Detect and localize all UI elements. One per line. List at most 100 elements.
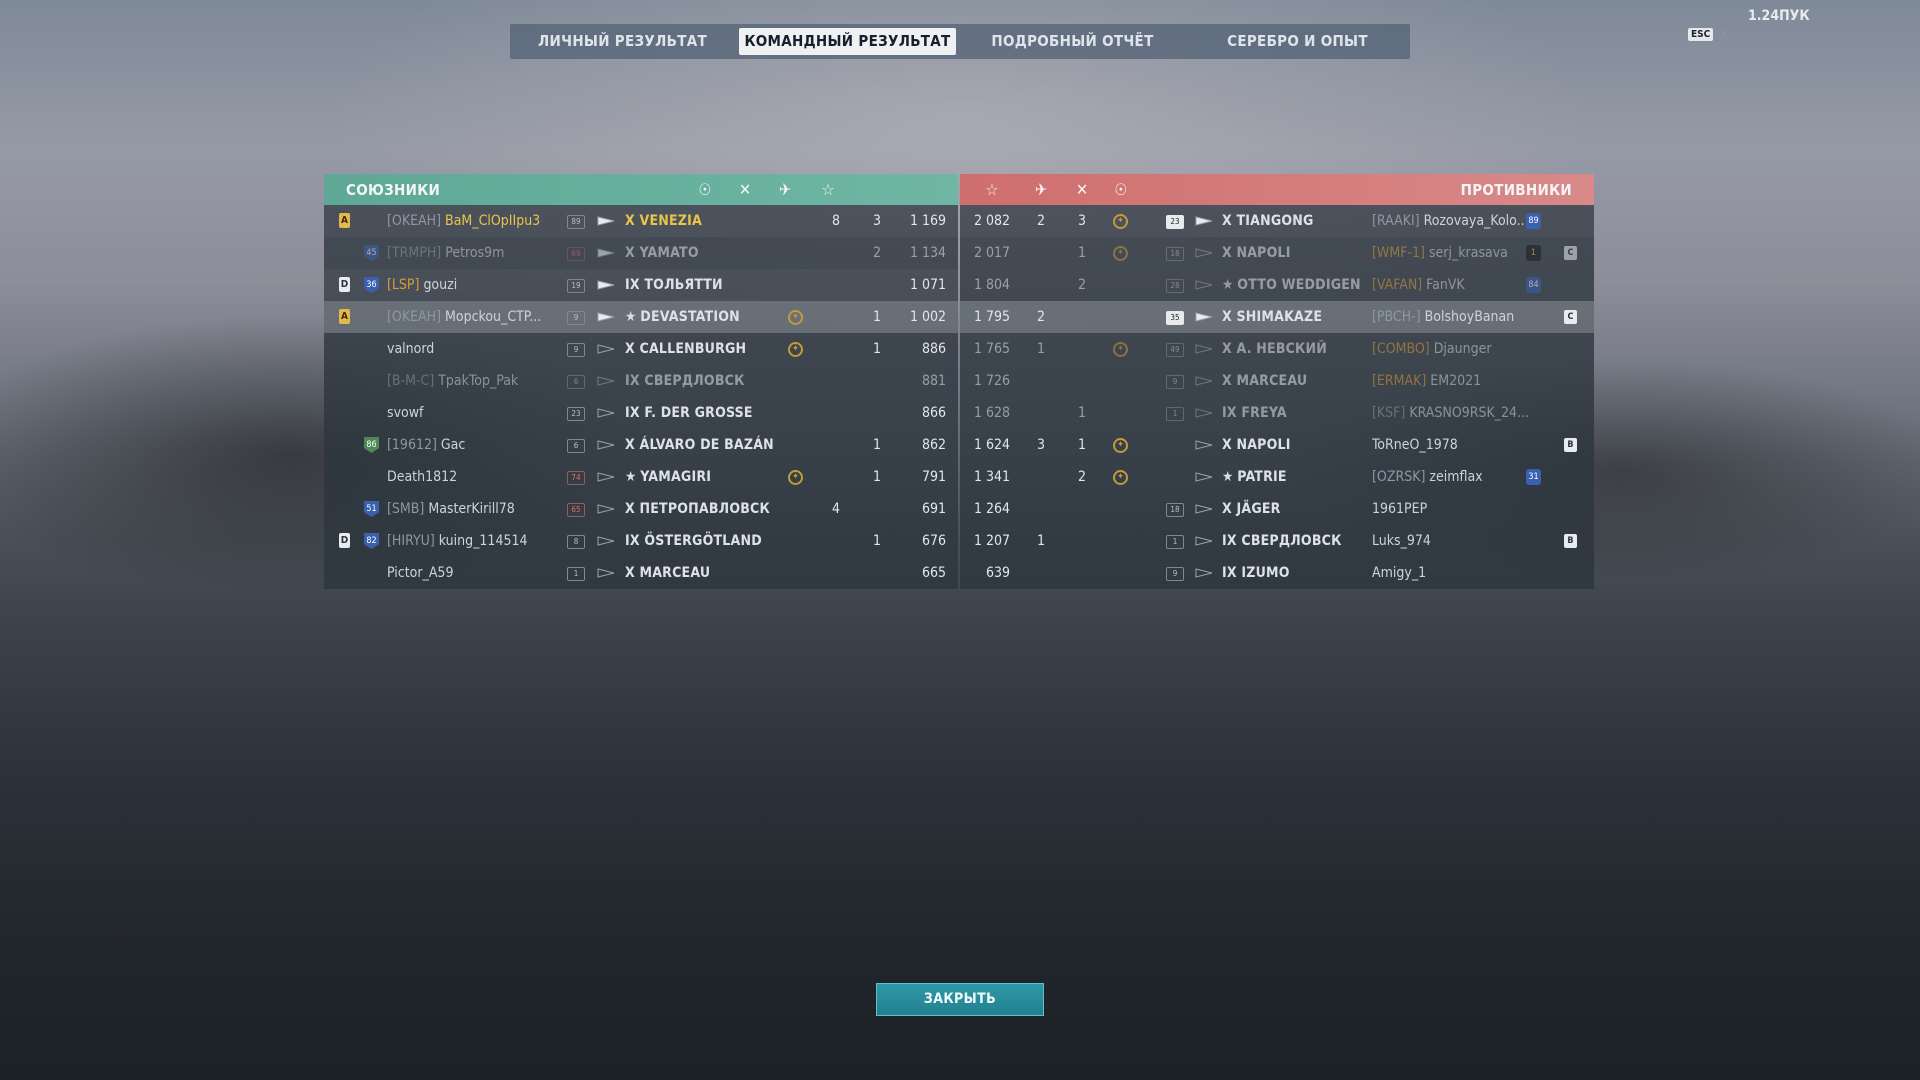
enemy-row[interactable]: 1 341 2 ✦ ★ PATRIE [OZRSK] zeimflax 31 bbox=[960, 461, 1594, 493]
player-name-cell[interactable]: Luks_974 bbox=[1372, 525, 1431, 557]
player-name: MasterKirill78 bbox=[428, 501, 515, 517]
player-name: Gac bbox=[440, 437, 466, 453]
enemy-row[interactable]: 2 082 2 3 ✦ 23 X TIANGONG [RAAKI] Rozovaya_Kol… bbox=[960, 205, 1594, 237]
ship-cell: X NAPOLI bbox=[1222, 429, 1291, 461]
player-name-cell[interactable]: ToRneO_1978 bbox=[1372, 429, 1458, 461]
player-name-cell[interactable]: [OKEAH] Mopckou_CTP... bbox=[387, 301, 541, 333]
enemy-row[interactable]: 1 726 9 X MARCEAU [ERMAK] EM2021 bbox=[960, 365, 1594, 397]
ally-row[interactable]: 45 [TRMPH] Petros9m 69 X YAMATO 2 1 134 bbox=[324, 237, 958, 269]
ship-class-icon bbox=[1195, 248, 1213, 258]
laurel-icon: ✦ bbox=[1113, 214, 1128, 229]
player-name-cell[interactable]: [LSP] gouzi bbox=[387, 269, 457, 301]
base-xp-value: 665 bbox=[921, 565, 946, 581]
tab-2[interactable]: КОМАНДНЫЙ РЕЗУЛЬТАТ bbox=[739, 28, 956, 55]
enemy-row[interactable]: 1 624 3 1 ✦ X NAPOLI ToRneO_1978 B bbox=[960, 429, 1594, 461]
player-name-cell[interactable]: [SMB] MasterKirill78 bbox=[387, 493, 515, 525]
ally-row[interactable]: svowf 23 IX F. DER GROSSE 866 bbox=[324, 397, 958, 429]
planes-value bbox=[1031, 557, 1051, 589]
enemy-row[interactable]: 1 207 1 1 IX СВЕРДЛОВСК Luks_974 B bbox=[960, 525, 1594, 557]
ship-cell: X MARCEAU bbox=[625, 557, 710, 589]
base-xp-value: 2 017 bbox=[973, 245, 1010, 261]
player-name-cell[interactable]: svowf bbox=[387, 397, 423, 429]
ship-name: X VENEZIA bbox=[625, 213, 702, 229]
enemy-row[interactable]: 639 9 IX IZUMO Amigy_1 bbox=[960, 557, 1594, 589]
ship-count-badge: 35 bbox=[1166, 311, 1184, 325]
ally-row[interactable]: A [OKEAH] BaM_ClOpIIpu3 89 X VENEZIA 8 3 1 169 bbox=[324, 205, 958, 237]
player-name-cell[interactable]: Pictor_A59 bbox=[387, 557, 453, 589]
enemy-row[interactable]: 1 804 2 28 ★ OTTO WEDDIGEN [VAFAN] FanVK 84 bbox=[960, 269, 1594, 301]
ship-count-badge: 89 bbox=[567, 215, 585, 229]
enemy-row[interactable]: 1 765 1 ✦ 49 X A. НЕВСКИЙ [COMBO] Djaunger bbox=[960, 333, 1594, 365]
ally-row[interactable]: valnord 9 X CALLENBURGH ✦ 1 886 bbox=[324, 333, 958, 365]
player-name-cell[interactable]: [PBCH-] BolshoyBanan bbox=[1372, 301, 1514, 333]
ally-row[interactable]: D 36 [LSP] gouzi 19 IX ТОЛЬЯТТИ 1 071 bbox=[324, 269, 958, 301]
ship-cell: IX ÖSTERGÖTLAND bbox=[625, 525, 762, 557]
enemy-row[interactable]: 1 628 1 1 IX FREYA [KSF] KRASNO9RSK_24... bbox=[960, 397, 1594, 429]
ship-name: IX ÖSTERGÖTLAND bbox=[625, 533, 762, 549]
ally-row[interactable]: A [OKEAH] Mopckou_CTP... 9 ★ DEVASTATION ✦ 1 1… bbox=[324, 301, 958, 333]
ship-class-icon bbox=[597, 248, 615, 258]
player-name-cell[interactable]: [COMBO] Djaunger bbox=[1372, 333, 1492, 365]
player-name-cell[interactable]: Amigy_1 bbox=[1372, 557, 1426, 589]
planes-value: 1 bbox=[1036, 341, 1045, 357]
player-name-cell[interactable]: [RAAKI] Rozovaya_Kolo... bbox=[1372, 205, 1529, 237]
player-level-badge: 1 bbox=[1526, 245, 1541, 261]
player-name-cell[interactable]: [HIRYU] kuing_114514 bbox=[387, 525, 528, 557]
player-level-badge: 31 bbox=[1526, 469, 1541, 485]
ship-cell: X TIANGONG bbox=[1222, 205, 1314, 237]
ship-class-icon bbox=[597, 216, 615, 226]
ally-row[interactable]: [B-M-C] TpakTop_Pak 6 IX СВЕРДЛОВСК 881 bbox=[324, 365, 958, 397]
player-name: KRASNO9RSK_24... bbox=[1409, 405, 1530, 421]
player-name: valnord bbox=[387, 341, 435, 357]
kills-value bbox=[1072, 333, 1092, 365]
ally-row[interactable]: 86 [19612] Gac 6 X ÁLVARO DE BAZÁN 1 862 bbox=[324, 429, 958, 461]
ship-class-icon bbox=[597, 440, 615, 450]
enemy-row[interactable]: 1 795 2 35 X SHIMAKAZE [PBCH-] BolshoyBanan C bbox=[960, 301, 1594, 333]
base-xp-value: 1 341 bbox=[973, 469, 1010, 485]
player-name-cell[interactable]: [WMF-1] serj_krasava bbox=[1372, 237, 1508, 269]
tab-3[interactable]: ПОДРОБНЫЙ ОТЧЁТ bbox=[964, 28, 1181, 55]
close-x-icon[interactable]: × bbox=[1719, 26, 1730, 42]
player-name-cell[interactable]: [OKEAH] BaM_ClOpIIpu3 bbox=[387, 205, 540, 237]
ship-name: YAMAGIRI bbox=[640, 469, 712, 485]
player-name-cell[interactable]: [ERMAK] EM2021 bbox=[1372, 365, 1481, 397]
tab-4[interactable]: СЕРЕБРО И ОПЫТ bbox=[1189, 28, 1406, 55]
player-name-cell[interactable]: [B-M-C] TpakTop_Pak bbox=[387, 365, 518, 397]
player-name: BaM_ClOpIIpu3 bbox=[445, 213, 541, 229]
clan-tag: [OKEAH] bbox=[387, 213, 442, 229]
close-button[interactable]: ЗАКРЫТЬ bbox=[876, 983, 1044, 1016]
player-level-badge: 86 bbox=[364, 437, 379, 453]
rank-badge: D bbox=[339, 277, 350, 292]
player-name: gouzi bbox=[423, 277, 458, 293]
ship-count-badge: 1 bbox=[567, 567, 585, 581]
player-name-cell[interactable]: [VAFAN] FanVK bbox=[1372, 269, 1465, 301]
ship-count-badge: 8 bbox=[567, 535, 585, 549]
ship-count-badge: 23 bbox=[1166, 215, 1184, 229]
base-xp-value: 639 bbox=[985, 565, 1010, 581]
player-name-cell[interactable]: [19612] Gac bbox=[387, 429, 465, 461]
clan-tag: [RAAKI] bbox=[1372, 213, 1420, 229]
clan-tag: [KSF] bbox=[1372, 405, 1406, 421]
allies-title: СОЮЗНИКИ bbox=[346, 181, 441, 199]
ally-row[interactable]: 51 [SMB] MasterKirill78 65 X ПЕТРОПАВЛОВСК 4… bbox=[324, 493, 958, 525]
player-name-cell[interactable]: Death1812 bbox=[387, 461, 457, 493]
player-name-cell[interactable]: valnord bbox=[387, 333, 434, 365]
esc-key-badge[interactable]: ESC bbox=[1688, 28, 1714, 41]
ship-name: IX F. DER GROSSE bbox=[625, 405, 753, 421]
ally-row[interactable]: Pictor_A59 1 X MARCEAU 665 bbox=[324, 557, 958, 589]
player-name: kuing_114514 bbox=[438, 533, 528, 549]
laurel-icon: ✦ bbox=[788, 342, 803, 357]
ship-count-badge: 9 bbox=[1166, 567, 1184, 581]
tab-1[interactable]: ЛИЧНЫЙ РЕЗУЛЬТАТ bbox=[514, 28, 731, 55]
player-name-cell[interactable]: 1961PEP bbox=[1372, 493, 1427, 525]
enemy-row[interactable]: 2 017 1 ✦ 18 X NAPOLI [WMF-1] serj_krasava 1 C bbox=[960, 237, 1594, 269]
player-name: zeimflax bbox=[1429, 469, 1483, 485]
enemy-row[interactable]: 1 264 18 X JÄGER 1961PEP bbox=[960, 493, 1594, 525]
ally-row[interactable]: D 82 [HIRYU] kuing_114514 8 IX ÖSTERGÖTLAND 1… bbox=[324, 525, 958, 557]
ship-count-badge: 9 bbox=[567, 343, 585, 357]
ally-row[interactable]: Death1812 74 ★ YAMAGIRI ✦ 1 791 bbox=[324, 461, 958, 493]
kills-value bbox=[1072, 493, 1092, 525]
player-name-cell[interactable]: [OZRSK] zeimflax bbox=[1372, 461, 1483, 493]
player-name-cell[interactable]: [TRMPH] Petros9m bbox=[387, 237, 504, 269]
player-name-cell[interactable]: [KSF] KRASNO9RSK_24... bbox=[1372, 397, 1529, 429]
